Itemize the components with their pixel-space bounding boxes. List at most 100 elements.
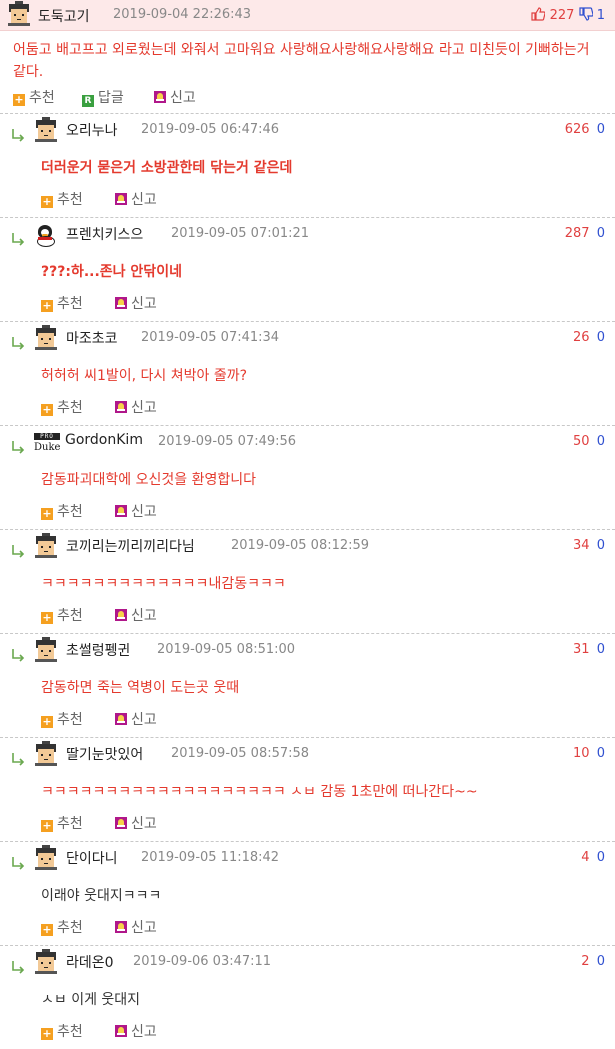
plus-icon: + [41,611,53,624]
reply-arrow-icon [11,752,25,766]
comment-nickname[interactable]: 마조초코 [66,328,118,348]
plus-icon: + [41,403,53,416]
comment: 오리누나 2019-09-05 06:47:46 626 0 더러운거 묻은거 … [0,113,615,217]
comment-nickname[interactable]: 단이다니 [66,848,118,868]
comment-downvote-count[interactable]: 0 [597,330,605,345]
comment-votes: 4 0 [581,850,605,865]
plus-icon: + [41,299,53,312]
report-button[interactable]: 신고 [115,501,157,521]
recommend-button[interactable]: + 추천 [41,605,83,625]
comment-datetime: 2019-09-05 08:57:58 [171,746,310,761]
recommend-button[interactable]: + 추천 [41,1021,83,1041]
report-label: 신고 [131,816,157,832]
comment-upvote-count[interactable]: 34 [573,538,590,553]
plus-icon: + [41,819,53,832]
comment: 마조초코 2019-09-05 07:41:34 26 0 허허허 씨1발이, … [0,321,615,425]
comment-downvote-count[interactable]: 0 [597,954,605,969]
comment-votes: 26 0 [573,330,605,345]
siren-icon [115,921,127,933]
siren-icon [154,91,166,103]
comment-nickname[interactable]: 코끼리는끼리끼리다님 [66,536,195,556]
siren-icon [115,193,127,205]
comment-downvote-count[interactable]: 0 [597,538,605,553]
comment-list: 오리누나 2019-09-05 06:47:46 626 0 더러운거 묻은거 … [0,113,615,1049]
report-button[interactable]: 신고 [115,293,157,313]
comment-downvote-count[interactable]: 0 [597,226,605,241]
comment-downvote-count[interactable]: 0 [597,434,605,449]
recommend-button[interactable]: + 추천 [41,189,83,209]
recommend-button[interactable]: + 추천 [41,917,83,937]
comment-upvote-count[interactable]: 31 [573,642,590,657]
comment-upvote-count[interactable]: 50 [573,434,590,449]
reply-arrow-icon [11,544,25,558]
recommend-label: 추천 [57,296,83,312]
recommend-button[interactable]: + 추천 [41,709,83,729]
comment-datetime: 2019-09-06 03:47:11 [133,954,272,969]
comment-upvote-count[interactable]: 626 [565,122,590,137]
comment-downvote-count[interactable]: 0 [597,746,605,761]
report-button[interactable]: 신고 [115,813,157,833]
comment-nickname[interactable]: 프렌치키스으 [66,224,143,244]
reply-arrow-icon [11,856,25,870]
report-button[interactable]: 신고 [115,397,157,417]
recommend-label: 추천 [29,90,55,106]
avatar[interactable]: PRO Duke [34,432,60,454]
comment-upvote-count[interactable]: 4 [581,850,589,865]
report-button[interactable]: 신고 [115,1021,157,1041]
avatar[interactable] [34,224,56,247]
recommend-button[interactable]: + 추천 [13,87,55,107]
siren-icon [115,401,127,413]
recommend-button[interactable]: + 추천 [41,293,83,313]
comment-nickname[interactable]: 라데온0 [66,952,114,972]
avatar[interactable] [35,949,57,974]
comment-upvote-count[interactable]: 26 [573,330,590,345]
comment: 단이다니 2019-09-05 11:18:42 4 0 이래야 웃대지ㅋㅋㅋ … [0,841,615,945]
comment-upvote-count[interactable]: 287 [565,226,590,241]
avatar[interactable] [35,117,57,142]
comment-nickname[interactable]: GordonKim [65,432,143,448]
recommend-button[interactable]: + 추천 [41,813,83,833]
comment-text: ???:하...존나 안닦이네 [41,264,182,280]
comment-downvote-count[interactable]: 0 [597,122,605,137]
report-button[interactable]: 신고 [115,605,157,625]
post-header: 도둑고기 2019-09-04 22:26:43 227 1 [0,0,615,31]
comment-upvote-count[interactable]: 2 [581,954,589,969]
comment: 딸기눈맛있어 2019-09-05 08:57:58 10 0 ㅋㅋㅋㅋㅋㅋㅋㅋ… [0,737,615,841]
report-label: 신고 [131,192,157,208]
siren-icon [115,297,127,309]
reply-button[interactable]: R 답글 [82,87,124,107]
avatar[interactable] [35,845,57,870]
plus-icon: + [41,507,53,520]
avatar[interactable] [8,1,30,26]
recommend-button[interactable]: + 추천 [41,397,83,417]
comment-datetime: 2019-09-05 07:49:56 [158,434,297,449]
avatar[interactable] [35,325,57,350]
thumbs-down-icon[interactable] [578,7,594,25]
comment-downvote-count[interactable]: 0 [597,850,605,865]
comment-votes: 34 0 [573,538,605,553]
thumbs-up-icon[interactable] [531,7,547,25]
post-nickname[interactable]: 도둑고기 [38,6,90,26]
report-button[interactable]: 신고 [154,87,196,107]
comment-nickname[interactable]: 딸기눈맛있어 [66,744,143,764]
plus-icon: + [41,715,53,728]
report-button[interactable]: 신고 [115,189,157,209]
comment-text: ㅋㅋㅋㅋㅋㅋㅋㅋㅋㅋㅋㅋㅋ내감동ㅋㅋㅋ [41,576,286,592]
comment-upvote-count[interactable]: 10 [573,746,590,761]
comment-text: ㅋㅋㅋㅋㅋㅋㅋㅋㅋㅋㅋㅋㅋㅋㅋㅋㅋㅋㅋ ㅅㅂ 감동 1초만에 떠나간다~~ [41,784,478,800]
report-label: 신고 [170,90,196,106]
recommend-button[interactable]: + 추천 [41,501,83,521]
report-button[interactable]: 신고 [115,917,157,937]
avatar[interactable] [35,533,57,558]
avatar[interactable] [35,637,57,662]
comment: 초썰렁펭귄 2019-09-05 08:51:00 31 0 감동하면 죽는 역… [0,633,615,737]
comment-nickname[interactable]: 오리누나 [66,120,118,140]
comment-text: 감동파괴대학에 오신것을 환영합니다 [41,472,256,488]
post-votes: 227 1 [531,7,605,25]
avatar[interactable] [35,741,57,766]
report-button[interactable]: 신고 [115,709,157,729]
comment-nickname[interactable]: 초썰렁펭귄 [66,640,130,660]
comment-downvote-count[interactable]: 0 [597,642,605,657]
report-label: 신고 [131,296,157,312]
siren-icon [115,1025,127,1037]
